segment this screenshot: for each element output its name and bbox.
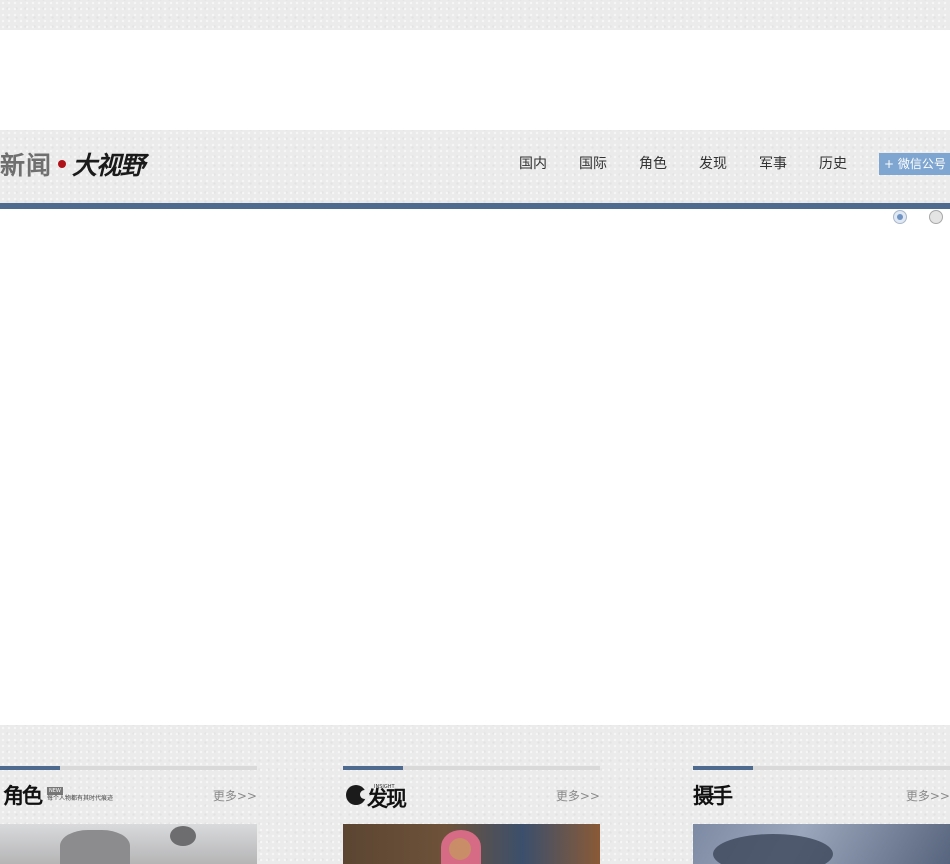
section-tab-track — [693, 766, 950, 770]
more-link[interactable]: 更多>> — [213, 787, 257, 804]
section-tab-indicator — [343, 766, 403, 770]
section-photographer-logo: 摄手 — [693, 780, 733, 810]
section-subtitle: INSIGHT — [374, 784, 395, 790]
slider-banner[interactable] — [0, 209, 950, 725]
wechat-account-button[interactable]: + 微信公号 — [879, 153, 950, 175]
section-photo[interactable] — [693, 824, 950, 864]
logo-text-news: 新闻 — [0, 151, 53, 180]
section-discover-logo: INSIGHT 发现 — [346, 780, 407, 811]
section-role-logo: 角色 NEW 每个人物都有其时代痕迹 — [3, 780, 113, 810]
more-link[interactable]: 更多>> — [556, 787, 600, 804]
section-title: 摄手 — [693, 784, 733, 808]
nav-item-history[interactable]: 历史 — [819, 153, 847, 175]
new-badge: NEW — [47, 787, 63, 795]
section-tagline: 每个人物都有其时代痕迹 — [47, 795, 114, 802]
site-logo[interactable]: 新闻 大视野 — [0, 147, 145, 181]
section-tab-track — [0, 766, 257, 770]
section-tab-indicator — [693, 766, 753, 770]
section-photo[interactable] — [0, 824, 257, 864]
section-title: 角色 — [3, 784, 43, 808]
section-tab-track — [343, 766, 600, 770]
nav-item-domestic[interactable]: 国内 — [519, 153, 547, 175]
section-tab-indicator — [0, 766, 60, 770]
insight-mark-icon — [346, 785, 369, 805]
section-photographer: 摄手 更多>> — [693, 766, 950, 864]
nav-item-discover[interactable]: 发现 — [699, 153, 727, 175]
top-strip — [0, 0, 950, 30]
more-link[interactable]: 更多>> — [906, 787, 950, 804]
logo-text-vision: 大视野 — [72, 151, 145, 180]
section-discover: INSIGHT 发现 更多>> — [343, 766, 600, 864]
nav-item-military[interactable]: 军事 — [759, 153, 787, 175]
section-role: 角色 NEW 每个人物都有其时代痕迹 更多>> — [0, 766, 257, 864]
nav-item-international[interactable]: 国际 — [579, 153, 607, 175]
nav-item-role[interactable]: 角色 — [639, 153, 667, 175]
logo-dot-icon — [58, 160, 67, 168]
section-photo[interactable] — [343, 824, 600, 864]
